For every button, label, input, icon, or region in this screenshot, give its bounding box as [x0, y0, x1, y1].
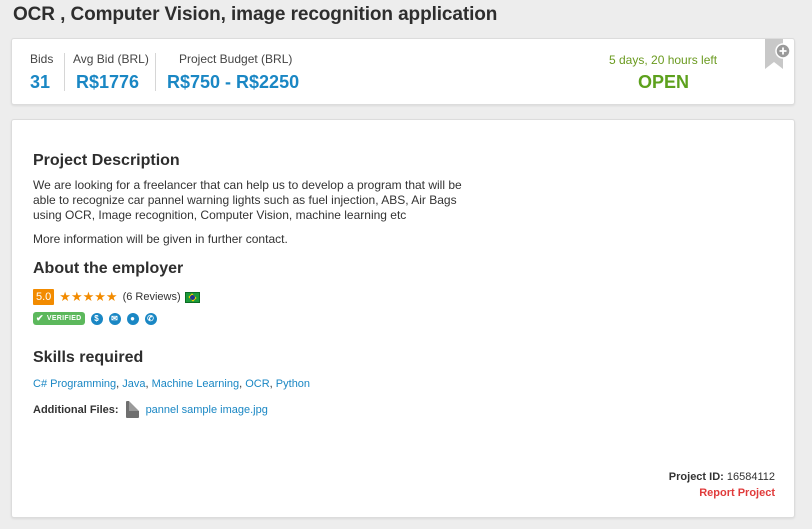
project-id-label: Project ID:: [668, 471, 724, 483]
rating-score: 5.0: [33, 289, 55, 305]
project-id: Project ID: 16584112: [669, 471, 775, 483]
budget-value: R$750 - R$2250: [167, 72, 300, 92]
skills-list: C# Programming, Java, Machine Learning, …: [33, 378, 310, 390]
brazil-flag-icon: [184, 291, 200, 303]
skill-link[interactable]: Python: [276, 378, 310, 390]
description-heading: Project Description: [33, 152, 180, 169]
user-icon[interactable]: ●: [126, 312, 139, 325]
file-link[interactable]: pannel sample image.jpg: [146, 404, 268, 416]
files-label: Additional Files:: [33, 403, 119, 416]
budget-label: Project Budget (BRL): [179, 52, 293, 66]
description-more: More information will be given in furthe…: [33, 232, 288, 246]
email-icon[interactable]: ✉: [108, 312, 121, 325]
budget-stat: Project Budget (BRL) R$750 - R$2250: [167, 52, 299, 93]
bids-label: Bids: [30, 52, 54, 66]
skills-heading: Skills required: [33, 349, 144, 366]
description-text: We are looking for a freelancer that can…: [33, 178, 462, 222]
status-badge: OPEN: [638, 72, 690, 92]
phone-icon[interactable]: ✆: [144, 312, 157, 325]
star-rating-icon: ★★★★★: [59, 289, 118, 304]
bids-stat: Bids 31: [30, 52, 53, 93]
divider: [155, 53, 156, 91]
avg-bid-label: Avg Bid (BRL): [73, 52, 149, 66]
project-id-value: 16584112: [726, 471, 775, 483]
file-icon: [125, 401, 139, 418]
skill-link[interactable]: Java: [122, 378, 145, 390]
employer-rating: 5.0 ★★★★★ (6 Reviews): [33, 289, 200, 305]
avg-bid-stat: Avg Bid (BRL) R$1776: [73, 52, 149, 93]
employer-heading: About the employer: [33, 260, 184, 277]
dollar-icon[interactable]: $: [90, 312, 103, 325]
project-stats-card: Bids 31 Avg Bid (BRL) R$1776 Project Bud…: [11, 38, 795, 105]
skill-link[interactable]: Machine Learning: [152, 378, 239, 390]
divider: [64, 53, 65, 91]
avg-bid-value: R$1776: [76, 72, 140, 92]
project-details-card: Project Description We are looking for a…: [11, 119, 795, 518]
verified-label: VERIFIED: [46, 315, 82, 322]
bookmark-add-icon[interactable]: [763, 39, 791, 73]
check-icon: ✔: [36, 313, 44, 323]
page-title: OCR , Computer Vision, image recognition…: [13, 4, 498, 25]
time-left: 5 days, 20 hours left: [609, 53, 718, 67]
skill-link[interactable]: C# Programming: [33, 378, 116, 390]
reviews-count[interactable]: (6 Reviews): [123, 291, 181, 303]
report-project-link[interactable]: Report Project: [699, 487, 775, 499]
verification-row: ✔ VERIFIED $ ✉ ● ✆: [33, 312, 157, 325]
skill-link[interactable]: OCR: [245, 378, 269, 390]
additional-files: Additional Files: pannel sample image.jp…: [33, 401, 268, 418]
bids-value: 31: [30, 72, 51, 92]
verified-badge[interactable]: ✔ VERIFIED: [33, 312, 85, 325]
